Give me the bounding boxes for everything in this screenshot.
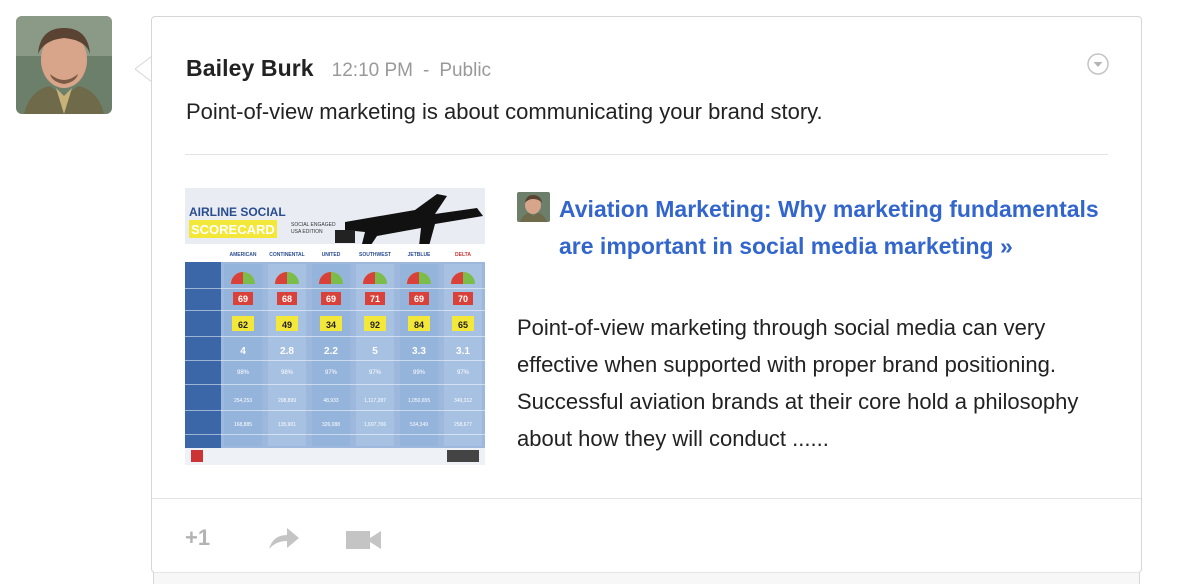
thumb-score-followers: 534,349 [410,422,428,428]
thumb-score-rating: 3.3 [412,346,426,357]
thumb-score-followers: 168,885 [234,422,252,428]
thumb-score-percent: 97% [457,370,470,376]
thumb-score-engage: 92 [370,320,380,330]
post-meta: 12:10 PM - Public [332,60,491,81]
thumb-score-social: 71 [370,294,380,304]
thumb-score-fans: 208,899 [278,398,296,404]
next-card-edge [153,572,1140,584]
thumb-airline-label: JETBLUE [408,252,431,258]
post-header: Bailey Burk 12:10 PM - Public [186,55,491,82]
share-arrow-icon[interactable] [267,527,301,551]
thumb-score-followers: 1,697,706 [364,422,386,428]
author-avatar[interactable] [16,16,112,114]
thumb-score-percent: 97% [369,370,382,376]
thumb-airline-label: AMERICAN [230,252,257,258]
thumb-score-fans: 254,253 [234,398,252,404]
thumb-score-rating: 4 [240,346,246,357]
post-time[interactable]: 12:10 PM [332,60,413,81]
thumb-score-percent: 99% [413,370,426,376]
thumb-score-rating: 2.8 [280,346,294,357]
post-text: Point-of-view marketing is about communi… [186,99,823,124]
thumb-score-engage: 34 [326,320,336,330]
thumb-score-rating: 5 [372,346,378,357]
link-author-icon [517,192,550,222]
thumb-airline-label: CONTINENTAL [269,252,304,258]
thumb-score-fans: 1,117,287 [364,398,386,404]
thumb-score-fans: 48,933 [323,398,339,404]
content-divider [185,154,1108,155]
plus-one-button[interactable]: +1 [185,525,210,551]
thumb-score-social: 69 [326,294,336,304]
thumb-score-percent: 98% [281,370,294,376]
thumb-score-fans: 349,312 [454,398,472,404]
thumb-score-percent: 98% [237,370,250,376]
author-name[interactable]: Bailey Burk [186,55,314,81]
thumb-score-rating: 3.1 [456,346,470,357]
thumb-score-followers: 258,677 [454,422,472,428]
thumb-score-social: 70 [458,294,468,304]
post-card: Bailey Burk 12:10 PM - Public Point-of-view… [151,16,1142,573]
video-camera-icon[interactable] [345,529,383,551]
thumb-score-engage: 62 [238,320,248,330]
thumb-score-percent: 97% [325,370,338,376]
thumb-airline-label: SOUTHWEST [359,252,391,258]
thumb-airline-label: UNITED [322,252,341,258]
post-visibility[interactable]: Public [439,60,491,81]
thumb-subtitle: SOCIAL ENGAGED [291,222,336,228]
chevron-down-circle-icon[interactable] [1087,53,1109,75]
thumb-score-fans: 1,050,655 [408,398,430,404]
meta-separator: - [422,60,430,81]
card-pointer [135,56,152,82]
thumb-score-followers: 135,901 [278,422,296,428]
thumb-score-engage: 84 [414,320,424,330]
footer-divider [152,498,1141,499]
thumb-score-social: 68 [282,294,292,304]
thumb-score-followers: 326,088 [322,422,340,428]
thumb-score-rating: 2.2 [324,346,338,357]
thumb-score-engage: 65 [458,320,468,330]
thumb-score-engage: 49 [282,320,292,330]
thumb-title-2: SCORECARD [191,222,275,237]
thumb-score-social: 69 [414,294,424,304]
thumb-subtitle-2: USA EDITION [291,229,323,235]
link-thumbnail[interactable]: AIRLINE SOCIAL SCORECARD SOCIAL ENGAGED … [185,188,485,465]
link-description: Point-of-view marketing through social m… [517,315,1079,451]
thumb-title-1: AIRLINE SOCIAL [189,205,286,219]
link-title[interactable]: Aviation Marketing: Why marketing fundam… [559,191,1119,265]
thumb-score-social: 69 [238,294,248,304]
thumb-airline-label: DELTA [455,252,471,258]
